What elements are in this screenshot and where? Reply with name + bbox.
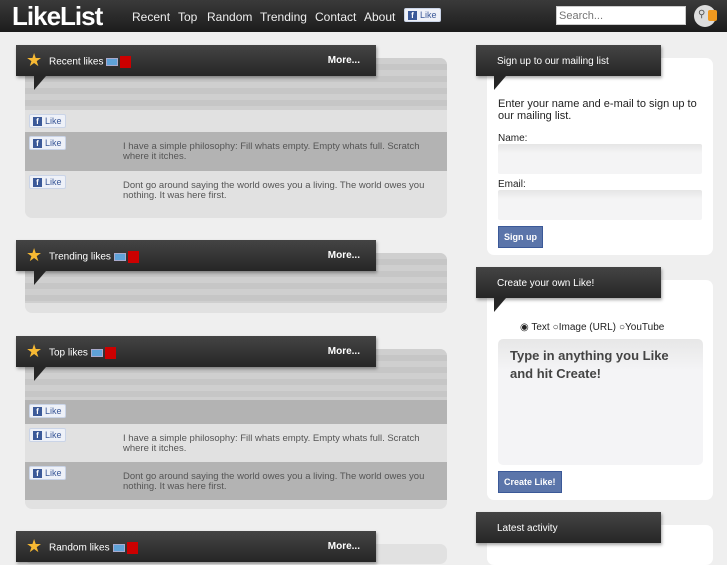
- list-item: f Like Dont go around saying the world owe…: [25, 462, 447, 500]
- radio-image-url[interactable]: ○Image (URL): [553, 322, 616, 333]
- more-link[interactable]: More...: [328, 541, 360, 552]
- fb-like-button[interactable]: f Like: [29, 404, 66, 418]
- nav-recent[interactable]: Recent: [132, 10, 170, 24]
- trending-likes-header: ★ Trending likes More...: [16, 240, 376, 285]
- nav-top[interactable]: Top: [178, 10, 197, 24]
- radio-youtube[interactable]: ○YouTube: [619, 322, 664, 333]
- like-text: Dont go around saying the world owes you…: [123, 180, 425, 201]
- fb-like-button[interactable]: f Like: [29, 114, 66, 128]
- list-item: f Like I have a simple philosophy: Fill wh…: [25, 132, 447, 171]
- youtube-icon: [120, 56, 132, 68]
- section-title: Top likes: [49, 347, 88, 359]
- signup-intro: Enter your name and e-mail to sign up to…: [498, 98, 697, 122]
- email-label: Email:: [498, 179, 526, 190]
- name-input[interactable]: [498, 144, 702, 174]
- image-icon: [112, 544, 125, 552]
- create-like-button[interactable]: Create Like!: [498, 471, 562, 493]
- signup-button[interactable]: Sign up: [498, 226, 543, 248]
- latest-activity-header: Latest activity: [476, 512, 661, 543]
- random-likes-header: ★ Random likes More...: [16, 531, 376, 562]
- name-label: Name:: [498, 133, 528, 144]
- fb-like-button[interactable]: f Like: [29, 175, 66, 189]
- list-item: f Like I have a simple philosophy: Fill wh…: [25, 424, 447, 462]
- nav-about[interactable]: About: [364, 10, 395, 24]
- list-item: f Like: [25, 110, 447, 132]
- fb-like-label: Like: [420, 10, 437, 20]
- youtube-icon: [104, 347, 116, 359]
- nav-random[interactable]: Random: [207, 10, 252, 24]
- list-item: f Like: [25, 400, 447, 424]
- nav-trending[interactable]: Trending: [260, 10, 307, 24]
- fb-like-button[interactable]: f Like: [29, 466, 66, 480]
- more-link[interactable]: More...: [328, 250, 360, 261]
- rss-icon[interactable]: [708, 10, 717, 21]
- image-icon: [90, 349, 103, 357]
- type-options: ◉ Text ○Image (URL) ○YouTube: [520, 322, 664, 333]
- list-item: f Like Dont go around saying the world owe…: [25, 171, 447, 205]
- fb-like-button[interactable]: f Like: [29, 136, 66, 150]
- logo[interactable]: LikeList: [12, 1, 103, 32]
- section-title: Recent likes: [49, 56, 104, 68]
- facebook-icon: f: [408, 10, 417, 20]
- like-text: I have a simple philosophy: Fill whats e…: [123, 433, 420, 454]
- top-likes-header: ★ Top likes More...: [16, 336, 376, 381]
- fb-like-button[interactable]: f Like: [404, 8, 441, 22]
- youtube-icon: [127, 251, 139, 263]
- image-icon: [113, 253, 126, 261]
- top-likes-panel: f Like f Like I have a simple philosophy: F…: [25, 349, 447, 509]
- search-icon: ⚲: [698, 9, 706, 20]
- nav-contact[interactable]: Contact: [315, 10, 356, 24]
- create-like-header: Create your own Like!: [476, 267, 661, 312]
- more-link[interactable]: More...: [328, 346, 360, 357]
- fb-like-button[interactable]: f Like: [29, 428, 66, 442]
- search-input[interactable]: [556, 6, 686, 25]
- top-nav: LikeList Recent Top Random Trending Cont…: [0, 0, 727, 32]
- recent-likes-header: ★ Recent likes More...: [16, 45, 376, 90]
- like-textarea[interactable]: Type in anything you Like and hit Create…: [498, 339, 703, 465]
- youtube-icon: [126, 542, 138, 554]
- section-title: Trending likes: [49, 251, 111, 263]
- more-link[interactable]: More...: [328, 55, 360, 66]
- radio-text[interactable]: ◉ Text: [520, 322, 550, 333]
- star-icon: ★: [26, 341, 43, 361]
- email-input[interactable]: [498, 190, 702, 220]
- star-icon: ★: [26, 245, 43, 265]
- star-icon: ★: [26, 536, 43, 556]
- signup-panel: Enter your name and e-mail to sign up to…: [487, 58, 713, 255]
- image-icon: [106, 58, 119, 66]
- like-text: Dont go around saying the world owes you…: [123, 471, 425, 492]
- star-icon: ★: [26, 50, 43, 70]
- section-title: Random likes: [49, 542, 110, 554]
- recent-likes-panel: f Like f Like I have a simple philosophy: F…: [25, 58, 447, 218]
- signup-header: Sign up to our mailing list: [476, 45, 661, 90]
- like-text: I have a simple philosophy: Fill whats e…: [123, 141, 420, 162]
- create-like-panel: ◉ Text ○Image (URL) ○YouTube Type in any…: [487, 280, 713, 500]
